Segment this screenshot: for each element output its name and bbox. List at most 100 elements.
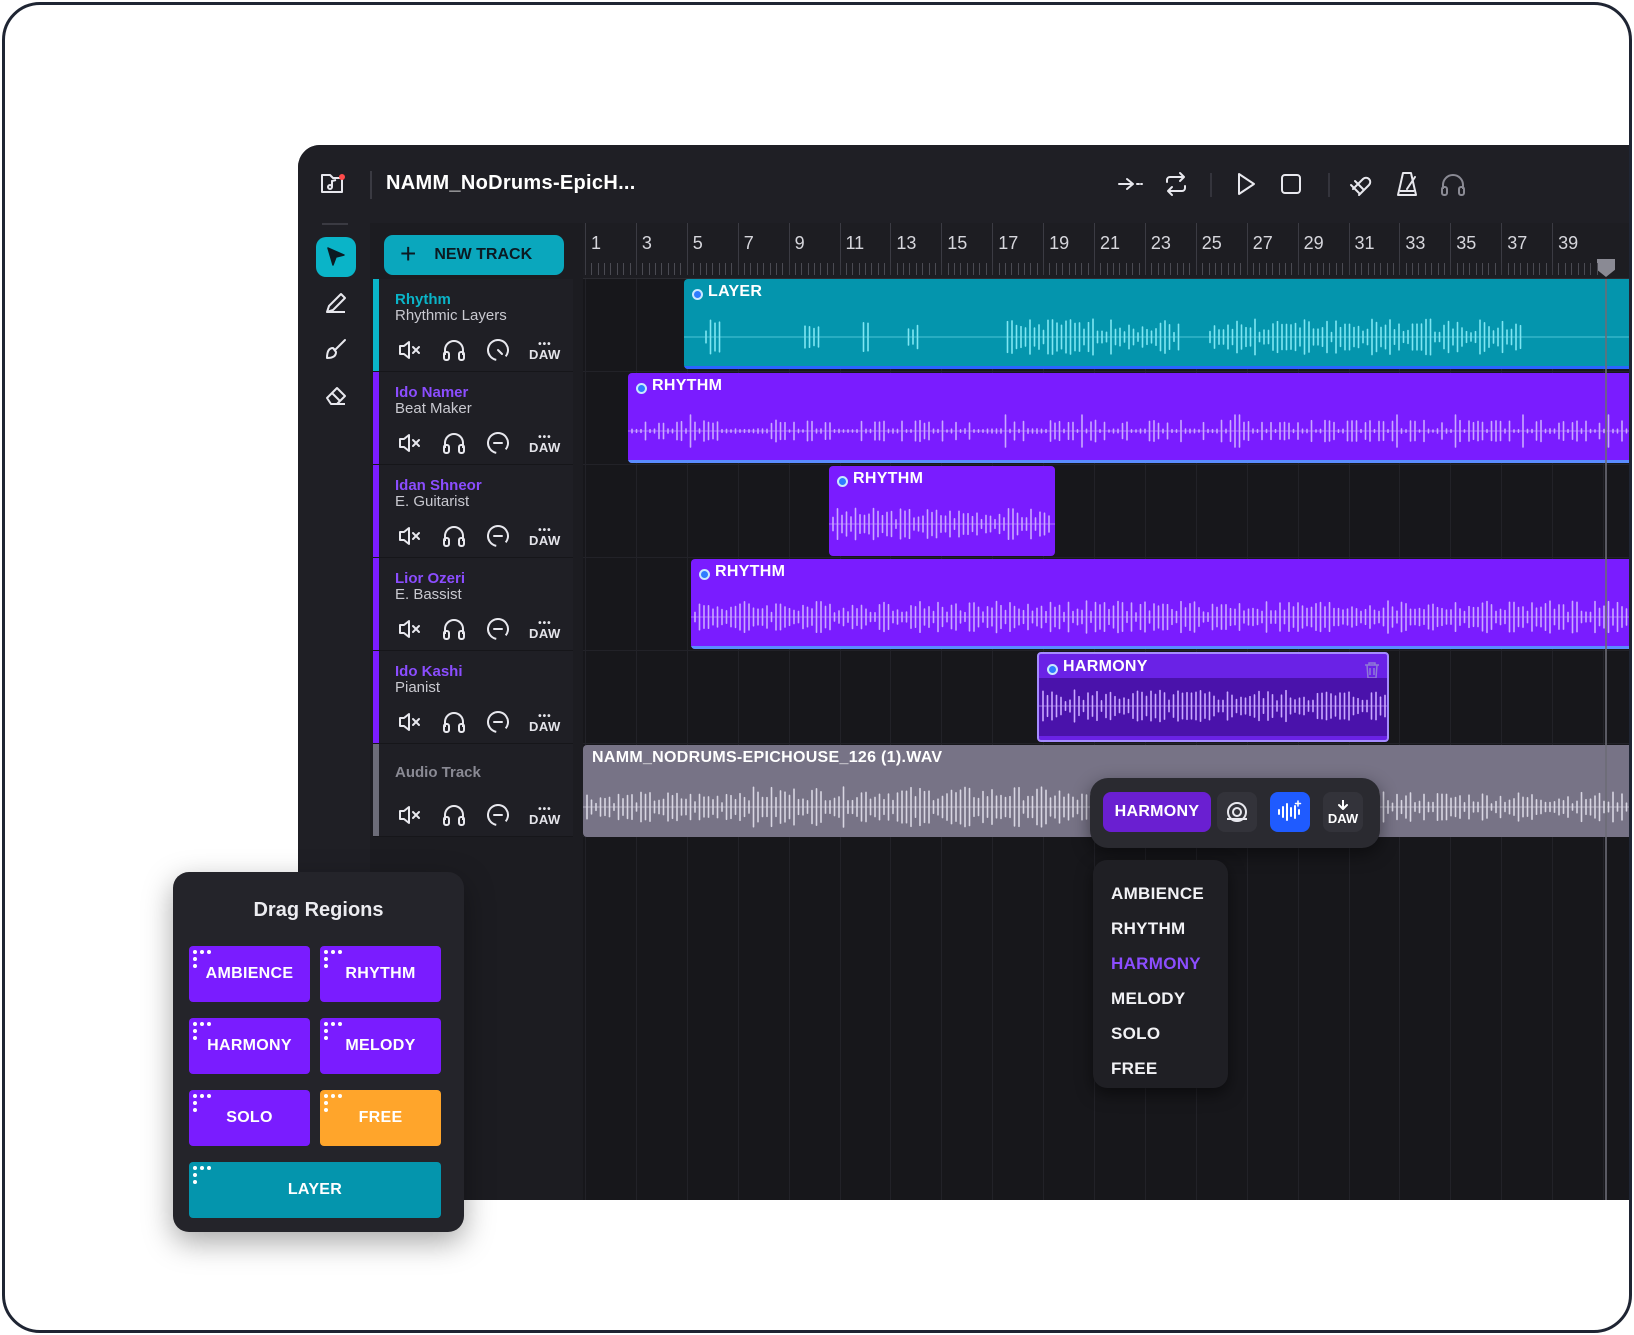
solo-headphones-icon[interactable]: [441, 709, 467, 735]
track-header[interactable]: Lior Ozeri E. Bassist ••• DAW: [373, 558, 573, 651]
volume-knob-icon[interactable]: [485, 430, 511, 456]
export-to-daw-button[interactable]: DAW: [1323, 792, 1363, 832]
new-track-button[interactable]: + NEW TRACK: [384, 235, 564, 275]
volume-knob-icon[interactable]: [485, 802, 511, 828]
menu-item-melody[interactable]: MELODY: [1093, 981, 1228, 1016]
volume-knob-icon[interactable]: [485, 616, 511, 642]
track-name[interactable]: Idan Shneor: [395, 477, 482, 494]
track-name[interactable]: Ido Namer: [395, 384, 468, 401]
drag-chip-rhythm[interactable]: RHYTHM: [320, 946, 441, 1002]
ruler-bar-number: 33: [1405, 233, 1426, 253]
volume-knob-icon[interactable]: [485, 709, 511, 735]
track-name[interactable]: Rhythm: [395, 291, 451, 308]
ruler-subtick: [642, 263, 644, 275]
skip-to-start-icon[interactable]: [1115, 169, 1145, 199]
send-to-daw-button[interactable]: ••• DAW: [529, 804, 561, 826]
ruler-bar-number: 25: [1201, 233, 1222, 253]
menu-item-solo[interactable]: SOLO: [1093, 1016, 1228, 1051]
stop-icon[interactable]: [1276, 169, 1306, 199]
ruler-subtick: [1004, 263, 1006, 275]
track-color-strip: [373, 744, 379, 836]
ai-generate-button[interactable]: [1270, 792, 1310, 832]
mute-icon[interactable]: [397, 430, 423, 456]
region-handle-dot[interactable]: [699, 569, 710, 580]
send-to-daw-button[interactable]: ••• DAW: [529, 711, 561, 733]
region-rhythm[interactable]: RHYTHM: [628, 373, 1629, 463]
mute-icon[interactable]: [397, 709, 423, 735]
drag-chip-ambience[interactable]: AMBIENCE: [189, 946, 310, 1002]
headphones-icon[interactable]: [1438, 169, 1468, 199]
ruler-bar-number: 17: [998, 233, 1019, 253]
track-header[interactable]: Ido Kashi Pianist ••• DAW: [373, 651, 573, 744]
ruler-subtick: [1106, 263, 1108, 275]
ruler-subtick: [1170, 263, 1172, 275]
track-name[interactable]: Lior Ozeri: [395, 570, 465, 587]
pointer-tool-button[interactable]: [316, 237, 356, 277]
region-handle-dot[interactable]: [636, 383, 647, 394]
track-header[interactable]: Ido Namer Beat Maker ••• DAW: [373, 372, 573, 465]
ruler-subtick: [1412, 263, 1414, 275]
region-layer[interactable]: LAYER: [684, 279, 1629, 369]
ruler-bar-number: 29: [1303, 233, 1324, 253]
region-harmony-selected[interactable]: HARMONY: [1037, 652, 1389, 742]
mute-icon[interactable]: [397, 802, 423, 828]
track-name[interactable]: Ido Kashi: [395, 663, 463, 680]
menu-item-rhythm[interactable]: RHYTHM: [1093, 911, 1228, 946]
send-to-daw-button[interactable]: ••• DAW: [529, 432, 561, 454]
ruler-subtick: [1393, 263, 1395, 275]
track-controls: ••• DAW: [397, 430, 561, 456]
playhead-handle[interactable]: [1597, 259, 1615, 277]
region-handle-dot[interactable]: [692, 289, 703, 300]
drag-chip-harmony[interactable]: HARMONY: [189, 1018, 310, 1074]
trash-icon[interactable]: [1363, 660, 1381, 680]
mute-icon[interactable]: [397, 523, 423, 549]
menu-item-ambience[interactable]: AMBIENCE: [1093, 876, 1228, 911]
ruler-subtick: [877, 263, 879, 275]
send-to-daw-button[interactable]: ••• DAW: [529, 618, 561, 640]
metronome-icon[interactable]: [1392, 169, 1422, 199]
brush-tool-button[interactable]: [316, 329, 356, 369]
ruler-subtick: [667, 263, 669, 275]
snap-icon[interactable]: [1345, 169, 1375, 199]
send-to-daw-button[interactable]: ••• DAW: [529, 525, 561, 547]
menu-item-harmony[interactable]: HARMONY: [1093, 946, 1228, 981]
files-icon[interactable]: [318, 169, 348, 199]
solo-headphones-icon[interactable]: [441, 337, 467, 363]
solo-headphones-icon[interactable]: [441, 616, 467, 642]
drag-chip-free[interactable]: FREE: [320, 1090, 441, 1146]
solo-headphones-icon[interactable]: [441, 523, 467, 549]
ruler-bar-number: 9: [794, 233, 805, 253]
region-handle-dot[interactable]: [837, 476, 848, 487]
category-dropdown-button[interactable]: HARMONY: [1103, 792, 1211, 832]
drag-chip-solo[interactable]: SOLO: [189, 1090, 310, 1146]
separate-icon: [1227, 802, 1247, 822]
ruler-subtick: [960, 263, 962, 275]
region-rhythm[interactable]: RHYTHM: [829, 466, 1055, 556]
song-title[interactable]: NAMM_NoDrums-EpicH...: [386, 172, 636, 195]
ruler-subtick: [1494, 263, 1496, 275]
timeline-ruler[interactable]: 1 3 5 7 9 11 13 15 17 19 21 23 25 27 29 31 33 35 37 39: [583, 223, 1629, 279]
drag-grip-icon: [193, 1166, 215, 1186]
drag-chip-layer[interactable]: LAYER: [189, 1162, 441, 1218]
eraser-tool-button[interactable]: [316, 375, 356, 415]
menu-item-free[interactable]: FREE: [1093, 1051, 1228, 1086]
solo-headphones-icon[interactable]: [441, 802, 467, 828]
pencil-tool-button[interactable]: [316, 283, 356, 323]
solo-headphones-icon[interactable]: [441, 430, 467, 456]
loop-icon[interactable]: [1161, 169, 1191, 199]
play-icon[interactable]: [1230, 169, 1260, 199]
region-handle-dot[interactable]: [1047, 664, 1058, 675]
ruler-subtick: [763, 263, 765, 275]
volume-knob-icon[interactable]: [485, 523, 511, 549]
track-header[interactable]: Idan Shneor E. Guitarist ••• DAW: [373, 465, 573, 558]
mute-icon[interactable]: [397, 337, 423, 363]
track-name[interactable]: Audio Track: [395, 764, 481, 781]
region-rhythm[interactable]: RHYTHM: [691, 559, 1629, 649]
drag-chip-melody[interactable]: MELODY: [320, 1018, 441, 1074]
volume-knob-icon[interactable]: [485, 337, 511, 363]
send-to-daw-button[interactable]: ••• DAW: [529, 339, 561, 361]
track-header[interactable]: Audio Track ••• DAW: [373, 744, 573, 837]
stem-split-button[interactable]: [1217, 792, 1257, 832]
track-header[interactable]: Rhythm Rhythmic Layers ••• DAW: [373, 279, 573, 372]
mute-icon[interactable]: [397, 616, 423, 642]
